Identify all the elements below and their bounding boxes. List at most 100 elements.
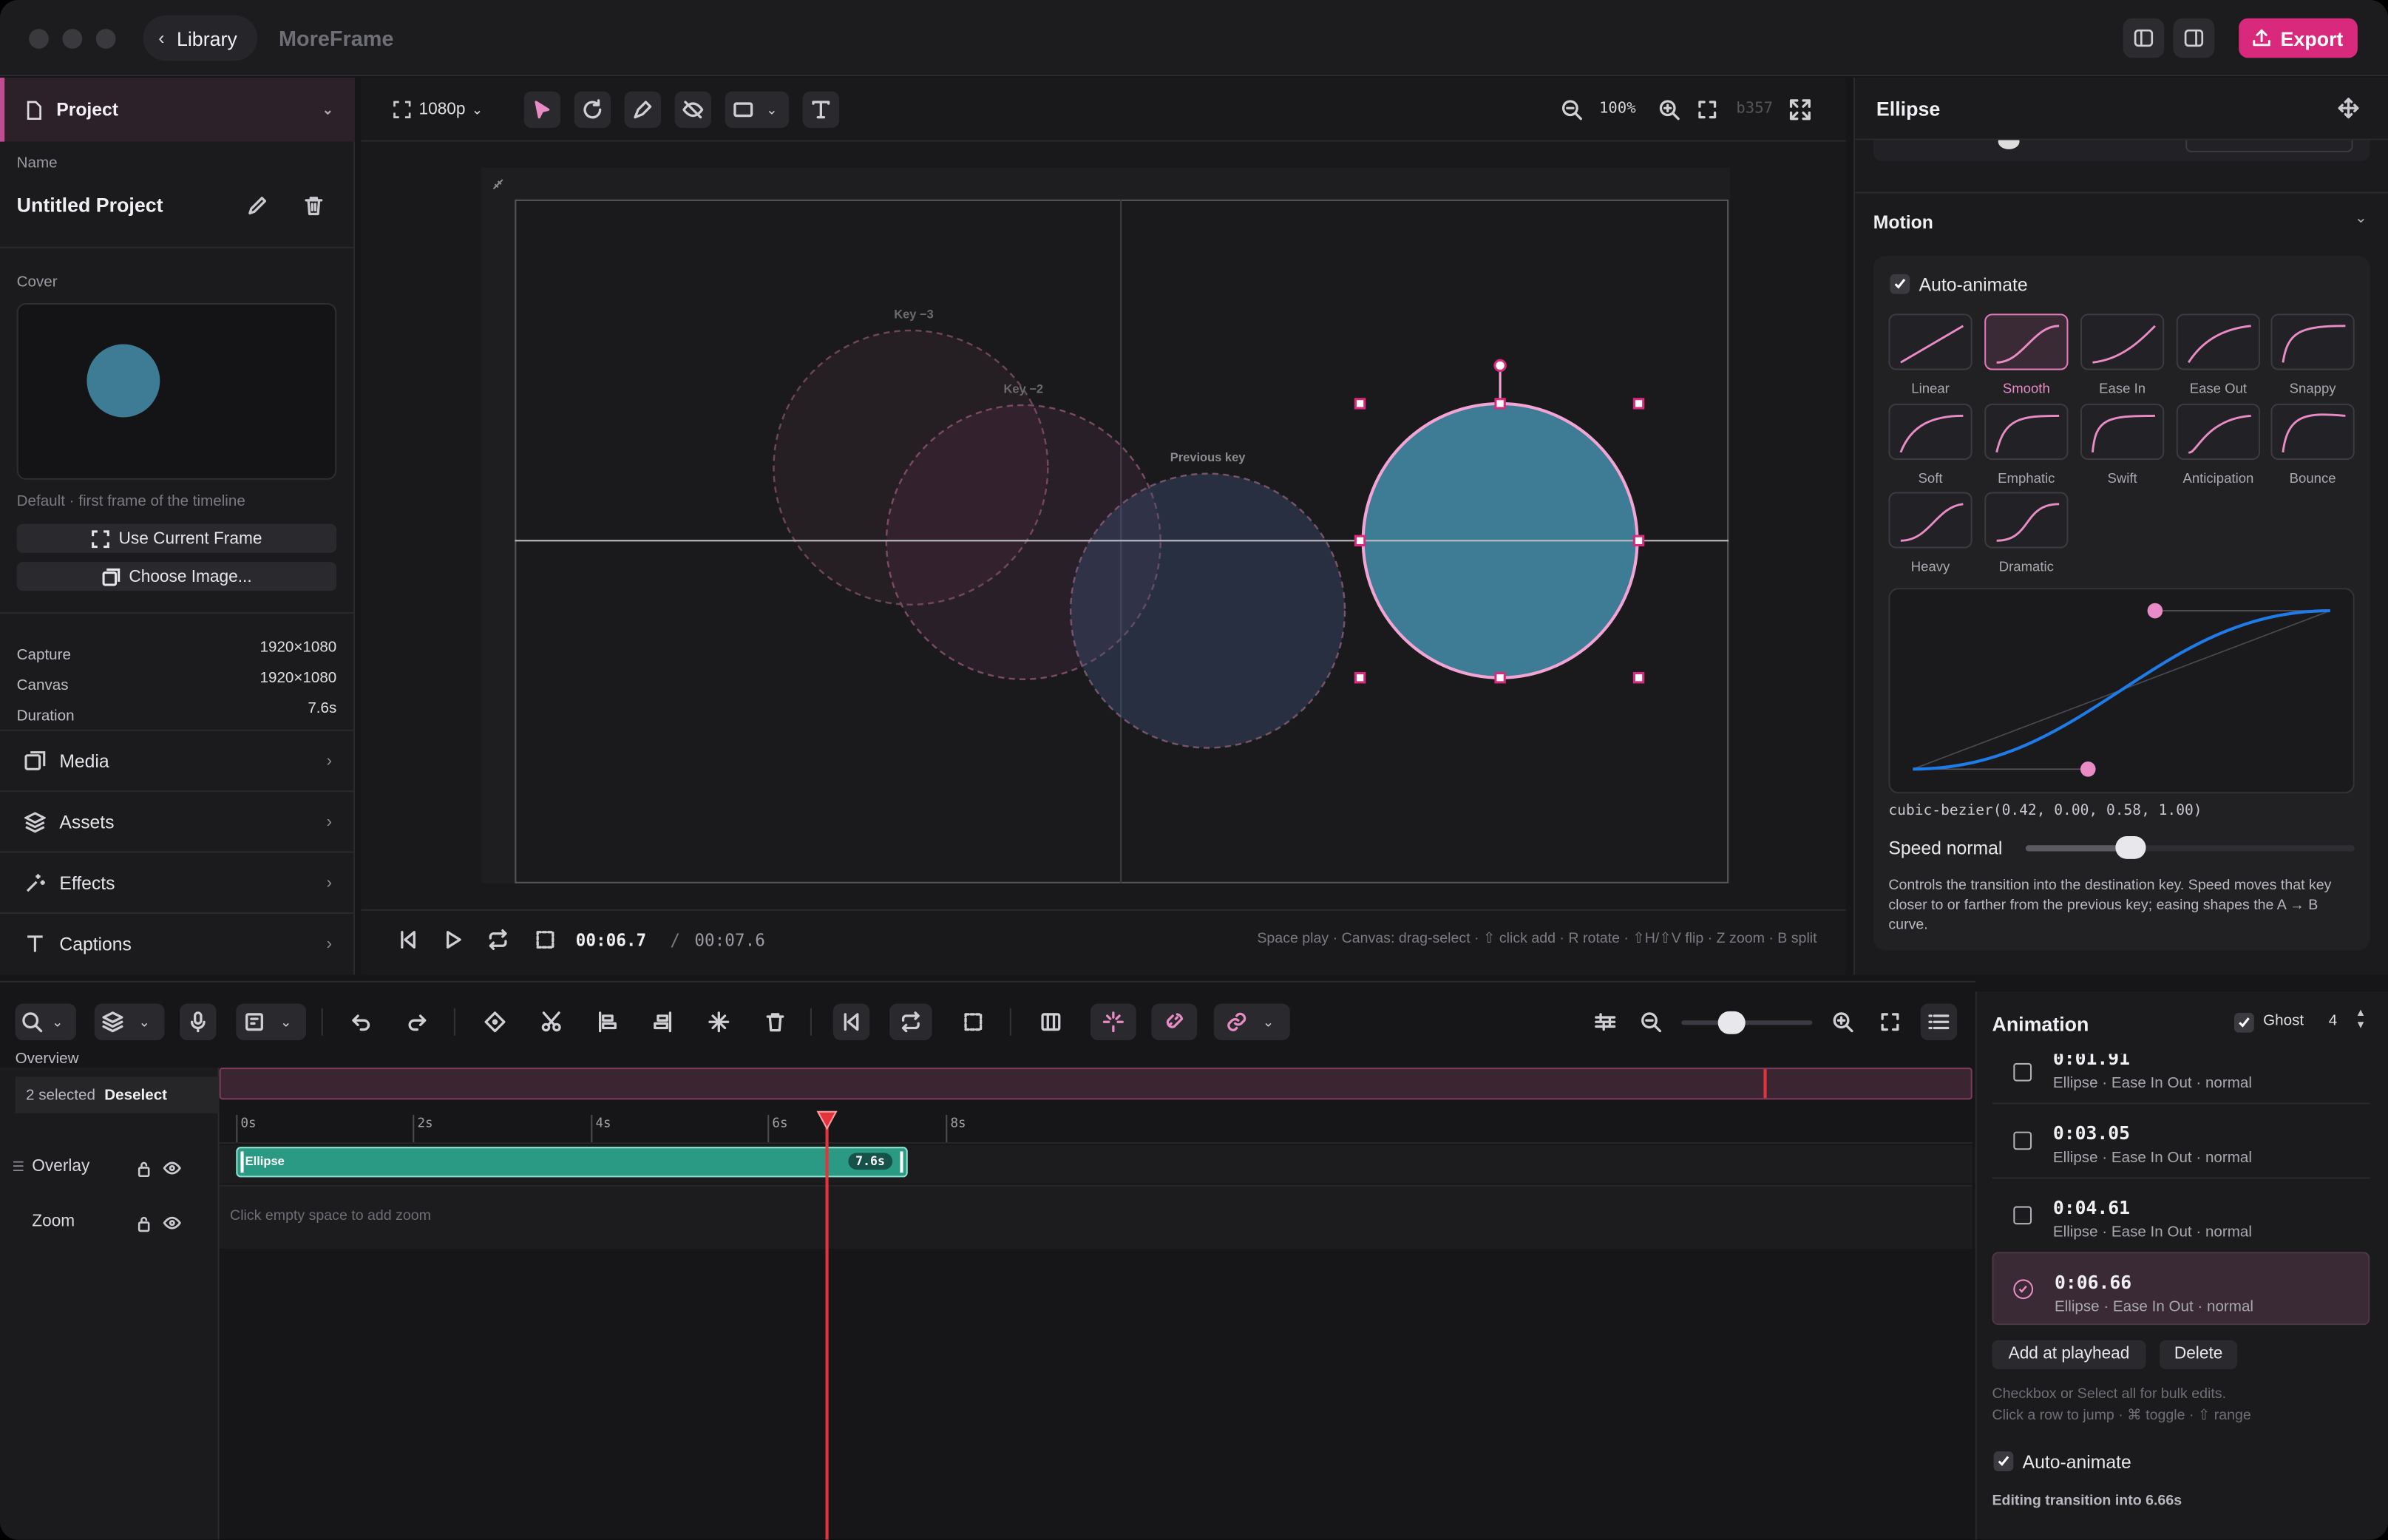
motion-section-title[interactable]: Motion [1873,211,1933,233]
clip-trim-right[interactable] [900,1151,903,1173]
clip-trim-left[interactable] [240,1151,244,1173]
play-button[interactable] [434,921,470,957]
delete-project-button[interactable] [300,192,328,220]
easing-ease-in[interactable]: Ease In [2080,313,2165,401]
resolution-select[interactable]: 1080p ⌄ [393,95,483,125]
easing-emphatic[interactable]: Emphatic [1984,403,2069,492]
list-view-button[interactable] [1920,1003,1958,1040]
nav-media[interactable]: Media › [0,729,353,790]
keyframe-checkbox[interactable] [2013,1062,2032,1082]
ellipse-clip[interactable]: Ellipse 7.6s [236,1147,908,1178]
cut-button[interactable] [533,1004,569,1040]
skip-back-button[interactable] [390,921,426,957]
nav-captions[interactable]: Captions › [0,912,353,973]
window-minimize-button[interactable] [62,29,83,49]
loop-toggle-button[interactable] [889,1003,932,1040]
deselect-button[interactable]: Deselect [104,1087,167,1104]
zoom-tool-dropdown[interactable]: ⌄ [15,1003,76,1040]
bezier-curve-editor[interactable] [1888,588,2355,794]
select-range-button[interactable] [527,921,563,957]
drag-handle-icon[interactable]: ☰ [12,1159,24,1176]
edit-name-button[interactable] [244,192,271,220]
toggle-left-panel-button[interactable] [2123,18,2165,58]
keyframe-checkbox[interactable] [2013,1206,2032,1225]
keyframe-row[interactable]: 0:03.05 Ellipse · Ease In Out · normal [1992,1102,2370,1176]
rotation-handle[interactable] [1493,359,1507,373]
overview-bar[interactable] [219,1068,1973,1100]
project-section-header[interactable]: Project ⌄ [0,78,355,142]
ghost-count-stepper[interactable]: ▲ ▼ [2353,1008,2369,1036]
fit-canvas-button[interactable] [1689,92,1726,128]
window-zoom-button[interactable] [95,29,116,49]
rotate-tool-button[interactable] [574,91,611,129]
easing-anticipation[interactable]: Anticipation [2176,403,2261,492]
timeline-zoom-thumb[interactable] [1717,1011,1746,1034]
speed-slider[interactable] [2025,835,2355,859]
library-back-button[interactable]: ‹ Library [143,15,258,61]
zoom-in-button[interactable] [1651,92,1687,128]
link-dropdown[interactable]: ⌄ [1213,1003,1290,1040]
easing-linear[interactable]: Linear [1888,313,1973,401]
delete-keyframe-button[interactable]: Delete [2160,1340,2238,1369]
record-audio-button[interactable] [180,1003,217,1040]
timeline-zoom-in-button[interactable] [1825,1004,1861,1040]
zoom-lock-button[interactable] [132,1212,154,1234]
easing-dramatic[interactable]: Dramatic [1984,492,2069,580]
easing-swift[interactable]: Swift [2080,403,2165,492]
auto-animate-checkbox[interactable] [1890,274,1910,294]
pen-tool-button[interactable] [624,91,662,129]
choose-image-button[interactable]: Choose Image... [16,562,337,591]
hide-tool-button[interactable] [674,91,712,129]
timeline-settings-button[interactable] [1587,1004,1624,1040]
keyframe-active-indicator[interactable] [2013,1279,2034,1300]
inspector-options-button[interactable] [2335,95,2362,122]
easing-soft[interactable]: Soft [1888,403,1973,492]
bezier-control-point-2[interactable] [2147,603,2163,619]
keyframe-row[interactable]: 0:04.61 Ellipse · Ease In Out · normal [1992,1177,2370,1250]
use-current-frame-button[interactable]: Use Current Frame [16,523,337,553]
marquee-select-button[interactable] [955,1004,991,1040]
speed-slider-thumb[interactable] [2114,835,2146,859]
align-left-button[interactable] [589,1004,625,1040]
export-button[interactable]: Export [2239,18,2358,58]
loop-button[interactable] [480,921,516,957]
jump-start-button[interactable] [832,1003,870,1040]
keyframe-row-active[interactable]: 0:06.66 Ellipse · Ease In Out · normal [1992,1252,2370,1326]
zoom-out-button[interactable] [1553,92,1590,128]
shape-tool-button[interactable]: ⌄ [725,91,790,129]
delete-clip-button[interactable] [757,1004,793,1040]
add-keyframe-button[interactable] [477,1004,513,1040]
nav-effects[interactable]: Effects › [0,851,353,912]
zoom-track-row[interactable] [219,1184,1973,1249]
split-view-button[interactable] [1033,1004,1069,1040]
timeline-fit-button[interactable] [1872,1004,1908,1040]
marker-dropdown[interactable]: ⌄ [236,1003,307,1040]
redo-button[interactable] [399,1004,435,1040]
magnet-toggle-button[interactable] [1151,1003,1198,1040]
toggle-right-panel-button[interactable] [2173,18,2215,58]
undo-button[interactable] [343,1004,379,1040]
keyframe-checkbox[interactable] [2013,1131,2032,1150]
overlay-lock-button[interactable] [132,1158,154,1179]
timeline-zoom-out-button[interactable] [1632,1004,1669,1040]
timeline-zoom-slider[interactable] [1681,1011,1813,1034]
add-at-playhead-button[interactable]: Add at playhead [1992,1340,2146,1369]
zoom-visibility-button[interactable] [161,1212,183,1234]
select-tool-button[interactable] [523,91,561,129]
cover-preview[interactable] [16,302,337,480]
keyframe-row[interactable]: 0:01.91 Ellipse · Ease In Out · normal [1992,1054,2370,1103]
bezier-control-point-1[interactable] [2080,761,2096,777]
easing-ease-out[interactable]: Ease Out [2176,313,2261,401]
easing-smooth[interactable]: Smooth [1984,313,2069,401]
window-close-button[interactable] [29,29,49,49]
effects-button[interactable] [701,1004,737,1040]
snap-toggle-button[interactable] [1090,1003,1136,1040]
auto-animate-panel-checkbox[interactable] [1993,1451,2014,1471]
fullscreen-button[interactable] [1782,92,1818,128]
overlay-visibility-button[interactable] [161,1158,183,1179]
easing-snappy[interactable]: Snappy [2270,313,2355,401]
align-right-button[interactable] [644,1004,680,1040]
ghost-checkbox[interactable] [2234,1012,2254,1033]
easing-heavy[interactable]: Heavy [1888,492,1973,580]
easing-bounce[interactable]: Bounce [2270,403,2355,492]
